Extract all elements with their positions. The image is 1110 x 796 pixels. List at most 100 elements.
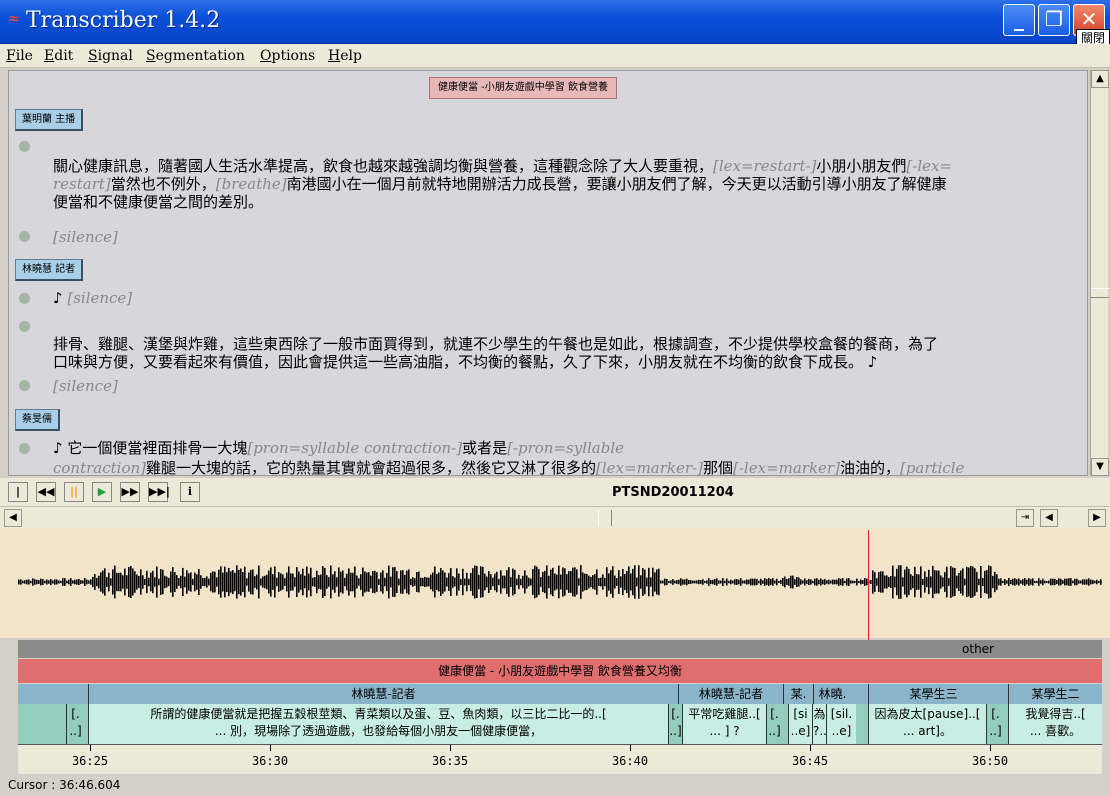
- waveform-sample: [736, 579, 738, 585]
- segment-other[interactable]: other: [918, 640, 1038, 658]
- transcript-line[interactable]: contraction]雞腿一大塊的話，它的熱量其實就會超過很多，然後它又淋了很…: [53, 459, 1083, 475]
- event-tag[interactable]: [silence]: [67, 289, 132, 307]
- transcript-line[interactable]: 關心健康訊息，隨著國人生活水準提高，飲食也越來越強調均衡與營養，這種觀念除了大人…: [53, 157, 1083, 175]
- event-tag[interactable]: contraction]: [53, 459, 146, 475]
- play-button[interactable]: ▶: [92, 482, 112, 502]
- sync-point[interactable]: [19, 443, 30, 454]
- waveform-sample: [374, 570, 376, 594]
- menu-help[interactable]: Help: [328, 48, 362, 64]
- segment-cell[interactable]: [...]: [766, 704, 782, 744]
- segment-cell[interactable]: [...]: [66, 704, 84, 744]
- rewind-button[interactable]: ◀◀: [36, 482, 56, 502]
- menu-signal[interactable]: Signal: [88, 48, 133, 64]
- transcript-line[interactable]: 口味與方便，又要看起來有價值，因此會提供這一些高油脂，不均衡的餐點，久了下來，小…: [53, 353, 1083, 371]
- segment-cell[interactable]: 平常吃雞腿..[... ] ?: [682, 704, 766, 744]
- segment-cell[interactable]: 為?..: [812, 704, 826, 744]
- segment-cell[interactable]: [si ..e]: [788, 704, 812, 744]
- turn-cell[interactable]: 某學生二: [1008, 684, 1102, 704]
- turn-cell[interactable]: 某.: [783, 684, 813, 704]
- menu-edit[interactable]: Edit: [44, 48, 73, 64]
- menu-segmentation[interactable]: Segmentation: [146, 48, 245, 64]
- time-ruler[interactable]: 36:25 36:30 36:35 36:40 36:45 36:50: [18, 744, 1102, 774]
- section-title-button[interactable]: 健康便當 -小朋友遊戲中學習 飲食營養: [429, 77, 617, 99]
- sync-point[interactable]: [19, 380, 30, 391]
- segment-cell[interactable]: 所謂的健康便當就是把握五穀根莖類、青菜類以及蛋、豆、魚肉類，以三比二比一的..[…: [88, 704, 668, 744]
- forward-button[interactable]: ▶▶: [120, 482, 140, 502]
- waveform-sample: [592, 575, 594, 589]
- transcript-scrollbar[interactable]: ▲ ▼: [1090, 70, 1109, 476]
- waveform-sample: [464, 578, 466, 586]
- transcript-line[interactable]: ♪ 它一個便當裡面排骨一大塊[pron=syllable contraction…: [53, 439, 1083, 457]
- zoom-out-button[interactable]: ◀: [1040, 509, 1058, 527]
- track-speaker-turns[interactable]: 林曉慧-記者 林曉慧-記者 某. 林曉. 某學生三 某學生二: [18, 684, 1102, 704]
- event-tag[interactable]: [-pron=syllable: [507, 439, 624, 457]
- segment-cell[interactable]: 我覺得吉..[... 喜歡。: [1008, 704, 1102, 744]
- turn-cell[interactable]: 林曉慧-記者: [678, 684, 783, 704]
- scroll-down-button[interactable]: ▼: [1091, 458, 1109, 476]
- segment-cell[interactable]: [sil. ..e]: [826, 704, 856, 744]
- scroll-right-button[interactable]: ▶: [1088, 509, 1106, 527]
- event-tag[interactable]: [silence]: [53, 377, 118, 395]
- track-other[interactable]: other: [18, 640, 1102, 658]
- transcript-line[interactable]: [silence]: [53, 228, 1083, 246]
- speaker-button[interactable]: 林曉慧 記者: [15, 259, 84, 281]
- waveform-sample: [322, 566, 324, 598]
- signal-scroll-thumb[interactable]: [598, 510, 612, 526]
- event-tag[interactable]: restart]: [53, 175, 111, 193]
- event-tag[interactable]: [lex=marker-]: [596, 459, 703, 475]
- speaker-button[interactable]: 葉明蘭 主播: [15, 109, 84, 131]
- zoom-button[interactable]: ⇥: [1016, 509, 1034, 527]
- turn-cell[interactable]: 某學生三: [868, 684, 998, 704]
- sync-point[interactable]: [19, 293, 30, 304]
- sync-point[interactable]: [19, 231, 30, 242]
- go-start-button[interactable]: |◀◀: [8, 482, 28, 516]
- menu-file[interactable]: File: [6, 48, 33, 64]
- ruler-label: 36:35: [431, 754, 469, 768]
- event-tag[interactable]: [silence]: [53, 228, 118, 246]
- event-tag[interactable]: [-lex=marker]: [733, 459, 840, 475]
- transcript-line[interactable]: 便當和不健康便當之間的差別。: [53, 193, 1083, 211]
- go-end-button[interactable]: ▶▶|: [148, 482, 170, 502]
- waveform[interactable]: [0, 528, 1110, 638]
- close-button[interactable]: ✕ 關閉: [1073, 4, 1110, 45]
- event-tag[interactable]: [pron=syllable contraction-]: [247, 439, 462, 457]
- track-segments[interactable]: [...] 所謂的健康便當就是把握五穀根莖類、青菜類以及蛋、豆、魚肉類，以三比二…: [18, 704, 1102, 744]
- waveform-plot: [18, 565, 1102, 599]
- waveform-sample: [478, 574, 480, 590]
- waveform-sample: [994, 571, 996, 593]
- transcript-line[interactable]: restart]當然也不例外，[breathe]南港國小在一個月前就特地開辦活力…: [53, 175, 1083, 193]
- waveform-sample: [456, 568, 458, 596]
- waveform-sample: [520, 578, 522, 586]
- event-tag[interactable]: [breathe]: [216, 175, 287, 193]
- speaker-button[interactable]: 蔡旻儒: [15, 409, 60, 431]
- transcript-editor[interactable]: 健康便當 -小朋友遊戲中學習 飲食營養 葉明蘭 主播 關心健康訊息，隨著國人生活…: [8, 70, 1088, 476]
- waveform-sample: [578, 578, 580, 586]
- maximize-button[interactable]: ❐: [1038, 4, 1070, 36]
- sync-point[interactable]: [19, 141, 30, 152]
- waveform-sample: [854, 580, 856, 584]
- event-tag[interactable]: [-lex=: [906, 157, 952, 175]
- event-tag[interactable]: [lex=restart-]: [713, 157, 816, 175]
- transcript-line[interactable]: [silence]: [53, 377, 1083, 395]
- pause-button[interactable]: ||: [64, 482, 84, 502]
- minimize-button[interactable]: _: [1003, 4, 1035, 36]
- turn-cell[interactable]: 林曉慧-記者: [88, 684, 678, 704]
- transcript-line[interactable]: 排骨、雞腿、漢堡與炸雞，這些東西除了一般市面買得到，就連不少學生的午餐也是如此，…: [53, 335, 1083, 353]
- info-button[interactable]: i: [180, 482, 200, 502]
- waveform-sample: [668, 580, 670, 584]
- turn-cell[interactable]: 林曉.: [813, 684, 851, 704]
- segment-topic[interactable]: 健康便當 - 小朋友遊戲中學習 飲食營養又均衡: [18, 659, 1102, 683]
- track-topic[interactable]: 健康便當 - 小朋友遊戲中學習 飲食營養又均衡: [18, 659, 1102, 683]
- signal-scrollbar[interactable]: ◀ ⇥ ◀ ▶: [0, 506, 1110, 528]
- scroll-up-button[interactable]: ▲: [1091, 70, 1109, 88]
- segment-cell[interactable]: [...]: [986, 704, 1004, 744]
- menu-options[interactable]: Options: [260, 48, 315, 64]
- segment-cell[interactable]: 因為皮太[pause]..[... art]。: [868, 704, 986, 744]
- scroll-left-button[interactable]: ◀: [4, 509, 22, 527]
- event-tag[interactable]: [particle: [900, 459, 964, 475]
- transcript-line[interactable]: ♪ [silence]: [53, 289, 1083, 307]
- sync-point[interactable]: [19, 321, 30, 332]
- waveform-sample: [152, 570, 154, 594]
- scroll-thumb[interactable]: [1091, 288, 1109, 298]
- segment-cell[interactable]: [...]: [668, 704, 682, 744]
